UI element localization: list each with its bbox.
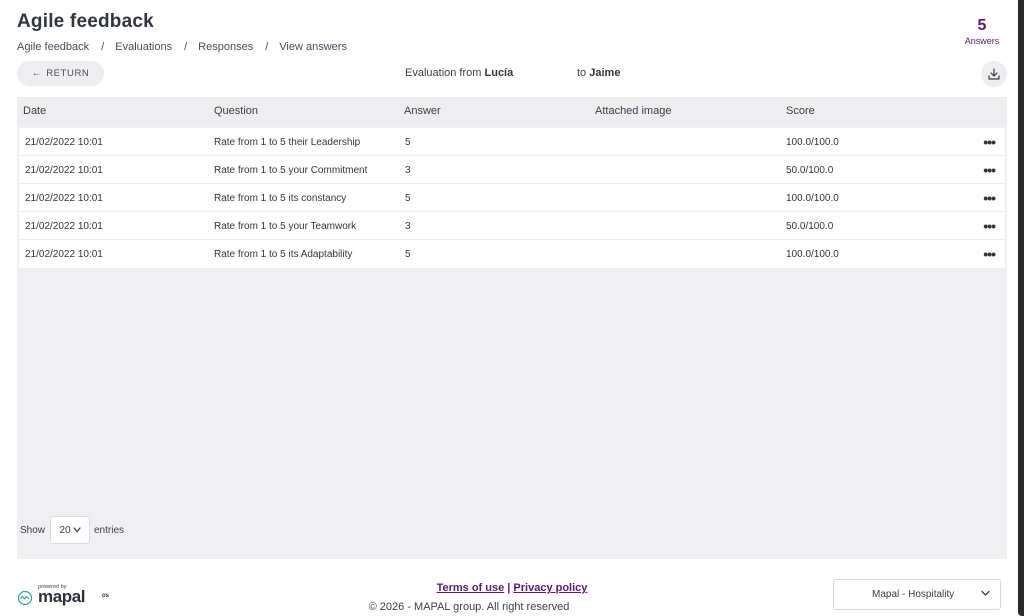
evaluation-to-prefix: to xyxy=(577,67,587,79)
chevron-down-icon xyxy=(981,590,990,596)
breadcrumb-evaluations[interactable]: Evaluations xyxy=(115,41,172,53)
terms-of-use-link[interactable]: Terms of use xyxy=(437,582,505,594)
cell-date: 21/02/2022 10:01 xyxy=(25,221,103,232)
logo-suffix: os xyxy=(102,593,110,599)
page-title: Agile feedback xyxy=(17,11,154,32)
evaluation-to: to Jaime xyxy=(577,67,620,79)
more-options-icon[interactable]: ••• xyxy=(983,162,996,178)
entries-label: entries xyxy=(94,525,125,536)
breadcrumb-agile-feedback[interactable]: Agile feedback xyxy=(17,41,89,53)
column-header-date[interactable]: Date xyxy=(23,105,46,117)
more-options-icon[interactable]: ••• xyxy=(983,218,996,234)
return-button[interactable]: ← RETURN xyxy=(17,61,104,86)
cell-question: Rate from 1 to 5 its constancy xyxy=(214,193,347,204)
footer-link-divider: | xyxy=(507,582,511,594)
breadcrumb-separator: / xyxy=(265,41,269,53)
answers-label: Answers xyxy=(964,36,1000,46)
evaluator-name: Lucía xyxy=(484,67,514,79)
table-header: Date Question Answer Attached image Scor… xyxy=(17,97,1007,125)
answers-counter: 5 Answers xyxy=(957,17,1007,46)
column-header-answer[interactable]: Answer xyxy=(404,105,441,117)
column-header-attached-image[interactable]: Attached image xyxy=(595,105,671,117)
page: Agile feedback Agile feedback / Evaluati… xyxy=(0,0,1024,616)
column-header-score[interactable]: Score xyxy=(786,105,815,117)
chevron-down-icon xyxy=(72,527,81,533)
cell-answer: 3 xyxy=(405,221,411,232)
download-button[interactable] xyxy=(981,61,1007,87)
cell-question: Rate from 1 to 5 their Leadership xyxy=(214,137,361,148)
cell-answer: 5 xyxy=(405,249,411,260)
arrow-left-icon: ← xyxy=(31,68,43,79)
window-edge xyxy=(1018,0,1024,616)
cell-date: 21/02/2022 10:01 xyxy=(25,165,103,176)
cell-score: 50.0/100.0 xyxy=(786,165,834,176)
copyright-text: © 2026 - MAPAL group. All right reserved xyxy=(368,601,570,613)
entries-per-page-value: 20 xyxy=(59,524,71,536)
cell-score: 100.0/100.0 xyxy=(786,137,839,148)
evaluation-from: Evaluation from Lucía xyxy=(405,67,513,79)
table-row: 21/02/2022 10:01 Rate from 1 to 5 their … xyxy=(19,128,1005,156)
privacy-policy-link[interactable]: Privacy policy xyxy=(513,582,587,594)
cell-question: Rate from 1 to 5 your Commitment xyxy=(214,165,368,176)
breadcrumb: Agile feedback / Evaluations / Responses… xyxy=(17,41,347,53)
cell-answer: 5 xyxy=(405,137,411,148)
entries-per-page-select[interactable]: 20 xyxy=(50,516,90,544)
return-label: RETURN xyxy=(46,68,90,79)
table-row: 21/02/2022 10:01 Rate from 1 to 5 your T… xyxy=(19,212,1005,240)
show-label: Show xyxy=(20,525,46,536)
table-row: 21/02/2022 10:01 Rate from 1 to 5 its co… xyxy=(19,184,1005,212)
company-select-value: Mapal - Hospitality xyxy=(872,589,955,600)
breadcrumb-separator: / xyxy=(184,41,188,53)
more-options-icon[interactable]: ••• xyxy=(983,134,996,150)
breadcrumb-separator: / xyxy=(101,41,105,53)
company-select[interactable]: Mapal - Hospitality xyxy=(833,579,1001,610)
cell-score: 100.0/100.0 xyxy=(786,193,839,204)
answers-count: 5 xyxy=(977,17,987,34)
cell-score: 100.0/100.0 xyxy=(786,249,839,260)
cell-question: Rate from 1 to 5 its Adaptability xyxy=(214,249,353,260)
more-options-icon[interactable]: ••• xyxy=(983,190,996,206)
breadcrumb-view-answers: View answers xyxy=(279,41,347,53)
table-row: 21/02/2022 10:01 Rate from 1 to 5 your C… xyxy=(19,156,1005,184)
more-options-icon[interactable]: ••• xyxy=(983,246,996,262)
table-row: 21/02/2022 10:01 Rate from 1 to 5 its Ad… xyxy=(19,240,1005,268)
answers-table: Date Question Answer Attached image Scor… xyxy=(17,97,1007,559)
breadcrumb-responses[interactable]: Responses xyxy=(198,41,253,53)
cell-date: 21/02/2022 10:01 xyxy=(25,249,103,260)
cell-question: Rate from 1 to 5 your Teamwork xyxy=(214,221,357,232)
cell-date: 21/02/2022 10:01 xyxy=(25,137,103,148)
table-body: 21/02/2022 10:01 Rate from 1 to 5 their … xyxy=(19,128,1005,268)
column-header-question[interactable]: Question xyxy=(214,105,258,117)
cell-score: 50.0/100.0 xyxy=(786,221,834,232)
download-icon xyxy=(988,68,1000,80)
evaluated-name: Jaime xyxy=(589,67,621,79)
cell-date: 21/02/2022 10:01 xyxy=(25,193,103,204)
cell-answer: 3 xyxy=(405,165,411,176)
evaluation-from-prefix: Evaluation from xyxy=(405,67,482,79)
cell-answer: 5 xyxy=(405,193,411,204)
